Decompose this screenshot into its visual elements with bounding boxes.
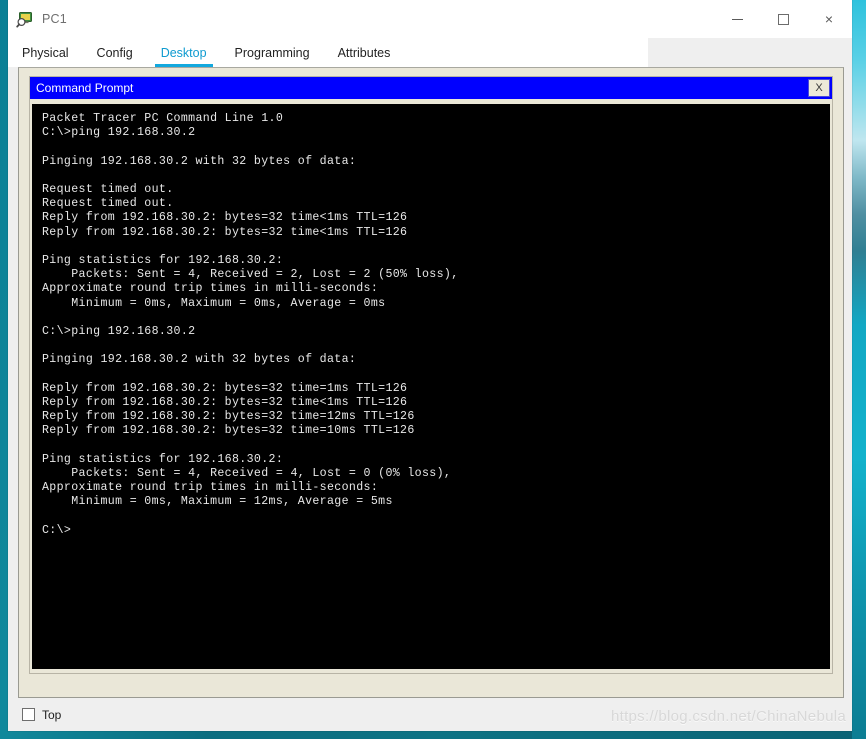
command-prompt-body: Packet Tracer PC Command Line 1.0 C:\>pi… — [30, 99, 832, 673]
console-output-area[interactable]: Packet Tracer PC Command Line 1.0 C:\>pi… — [32, 104, 830, 669]
minimize-icon — [731, 18, 743, 20]
top-checkbox-label: Top — [42, 707, 62, 722]
minimize-button[interactable] — [714, 0, 760, 38]
close-icon: × — [824, 11, 834, 27]
tab-config[interactable]: Config — [83, 38, 147, 67]
tab-physical[interactable]: Physical — [8, 38, 83, 67]
tab-desktop[interactable]: Desktop — [147, 38, 221, 67]
window-title-group: PC1 — [8, 10, 67, 28]
desktop-panel: Command Prompt X Packet Tracer PC Comman… — [18, 67, 844, 698]
tab-bar-filler — [648, 38, 852, 67]
maximize-button[interactable] — [760, 0, 806, 38]
window-title-bar: PC1 × — [8, 0, 852, 38]
tab-config-label: Config — [96, 45, 133, 60]
command-prompt-title: Command Prompt — [36, 81, 134, 95]
command-prompt-close-button[interactable]: X — [808, 79, 830, 97]
command-prompt-window: Command Prompt X Packet Tracer PC Comman… — [29, 76, 833, 674]
tab-physical-label: Physical — [22, 45, 69, 60]
tab-attributes-label: Attributes — [337, 45, 391, 60]
watermark-text: https://blog.csdn.net/ChinaNebula — [610, 708, 846, 725]
maximize-icon — [777, 13, 789, 25]
window-controls: × — [714, 0, 852, 38]
top-checkbox[interactable] — [22, 708, 35, 721]
pc1-window: PC1 × Physical Config Desktop Programmin… — [8, 0, 852, 731]
desktop-panel-wrapper: Command Prompt X Packet Tracer PC Comman… — [8, 67, 852, 698]
tab-desktop-label: Desktop — [160, 45, 207, 60]
console-output-text: Packet Tracer PC Command Line 1.0 C:\>pi… — [42, 112, 459, 537]
tab-strip: Physical Config Desktop Programming Attr… — [8, 38, 648, 67]
command-prompt-title-bar: Command Prompt X — [30, 77, 832, 99]
pc-device-icon — [16, 10, 34, 28]
tab-programming-label: Programming — [234, 45, 310, 60]
close-button[interactable]: × — [806, 0, 852, 38]
top-checkbox-row[interactable]: Top — [22, 708, 61, 722]
window-footer: Top https://blog.csdn.net/ChinaNebula — [8, 698, 852, 731]
window-title-text: PC1 — [42, 12, 67, 26]
tab-attributes[interactable]: Attributes — [324, 38, 405, 67]
tab-programming[interactable]: Programming — [221, 38, 324, 67]
tab-bar: Physical Config Desktop Programming Attr… — [8, 38, 852, 67]
